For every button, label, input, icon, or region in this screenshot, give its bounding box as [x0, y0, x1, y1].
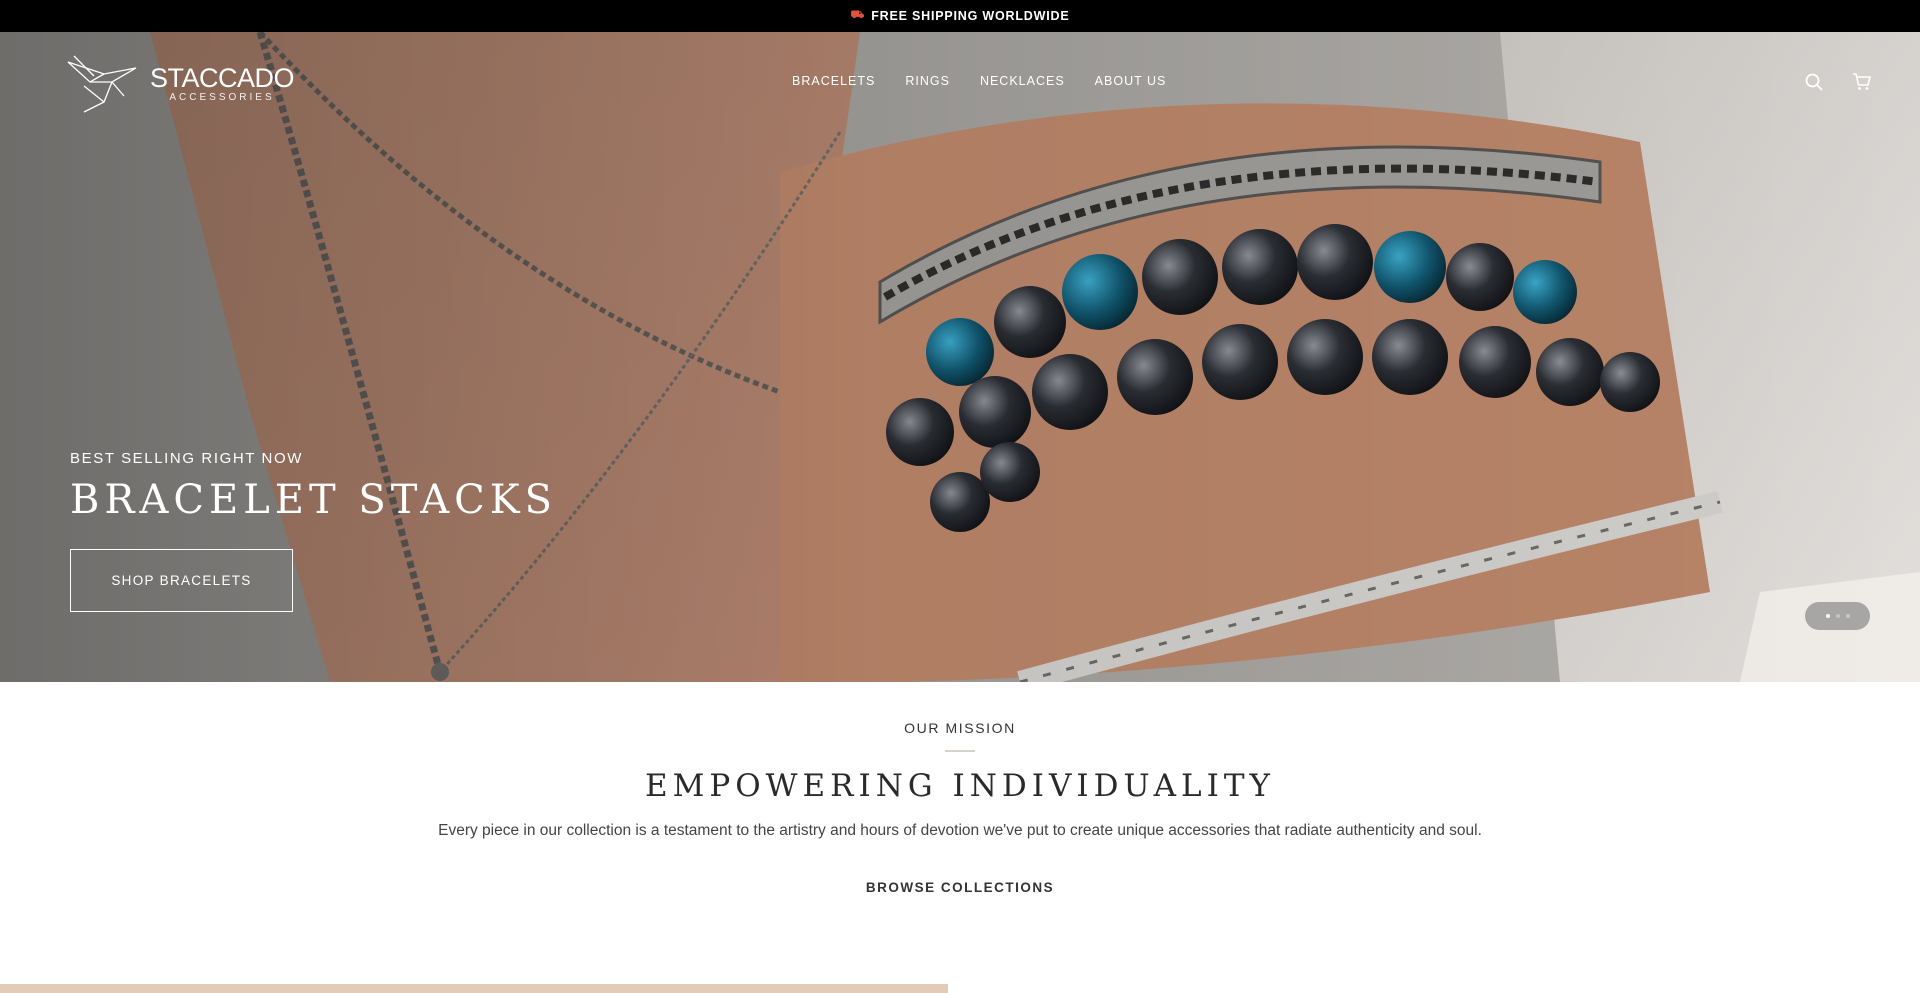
nav-rings[interactable]: RINGS [905, 74, 950, 88]
main-nav: BRACELETS RINGS NECKLACES ABOUT US [792, 74, 1166, 88]
hero-kicker: BEST SELLING RIGHT NOW [70, 450, 304, 467]
search-icon[interactable] [1804, 72, 1824, 92]
slide-dot[interactable] [1845, 614, 1850, 618]
mission-kicker: OUR MISSION [904, 720, 1016, 736]
mission-title: EMPOWERING INDIVIDUALITY [645, 768, 1275, 804]
nav-necklaces[interactable]: NECKLACES [980, 74, 1065, 88]
slide-dot[interactable] [1835, 614, 1840, 618]
truck-icon: ⛟ [850, 9, 866, 21]
brand-name: STACCADO [150, 63, 295, 93]
brand-subtitle: ACCESSORIES [169, 92, 275, 103]
logo[interactable]: STACCADO ACCESSORIES [64, 52, 295, 114]
nav-bracelets[interactable]: BRACELETS [792, 74, 875, 88]
divider [945, 750, 975, 752]
announcement-text: FREE SHIPPING WORLDWIDE [871, 9, 1070, 23]
browse-collections-link[interactable]: BROWSE COLLECTIONS [866, 880, 1054, 895]
nav-about-us[interactable]: ABOUT US [1095, 74, 1167, 88]
hummingbird-logo-icon [67, 55, 137, 113]
shop-bracelets-button[interactable]: SHOP BRACELETS [70, 549, 293, 612]
cart-icon[interactable] [1852, 72, 1872, 92]
slide-dot-active[interactable] [1825, 614, 1830, 618]
announcement-bar: ⛟ FREE SHIPPING WORLDWIDE [0, 0, 1920, 32]
hero-text: BEST SELLING RIGHT NOW BRACELET STACKS [70, 450, 557, 523]
header-icons [1804, 72, 1872, 92]
site-header: STACCADO ACCESSORIES BRACELETS RINGS NEC… [0, 32, 1920, 132]
hero-headline: BRACELET STACKS [70, 477, 558, 523]
slider-pagination[interactable] [1805, 602, 1870, 630]
mission-body: Every piece in our collection is a testa… [438, 822, 1482, 839]
mission-section: OUR MISSION EMPOWERING INDIVIDUALITY Eve… [0, 682, 1920, 993]
next-section-image-edge [0, 984, 948, 993]
